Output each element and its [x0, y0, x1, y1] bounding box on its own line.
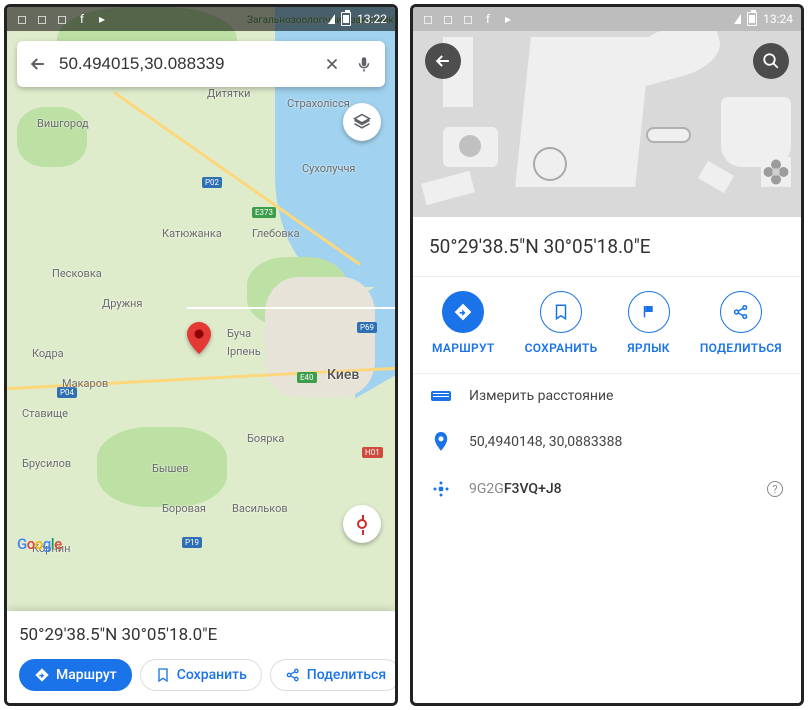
map-label: Ставище — [22, 407, 68, 420]
route-action[interactable]: МАРШРУТ — [432, 291, 495, 355]
status-icons-left: ◻ ◻ ◻ f ▸ — [421, 12, 515, 26]
road-label: Р69 — [357, 322, 377, 333]
instagram-icon: ◻ — [461, 12, 475, 26]
map-label: Сухолуччя — [302, 162, 355, 175]
search-input[interactable] — [59, 54, 311, 74]
instagram-icon: ◻ — [15, 12, 29, 26]
google-logo: Google — [17, 535, 62, 553]
action-label: ПОДЕЛИТЬСЯ — [700, 341, 782, 355]
map-label: Бышев — [152, 462, 189, 475]
status-bar: ◻ ◻ ◻ f ▸ 13:24 — [413, 7, 801, 31]
layers-button[interactable] — [343, 103, 381, 141]
play-icon: ▸ — [95, 12, 109, 26]
map-label: Дружня — [102, 297, 142, 310]
help-icon[interactable]: ? — [767, 481, 783, 497]
map-canvas[interactable]: Р02 Е373 Р69 Е40 Р04 Р19 Н01 Загальнозоо… — [7, 7, 395, 703]
my-location-button[interactable] — [343, 505, 381, 543]
map-label: Страхолісся — [287, 97, 350, 110]
back-button[interactable] — [425, 43, 461, 79]
road-label: Е373 — [252, 207, 276, 218]
map-label: Ірпень — [227, 345, 261, 358]
place-header-image — [413, 7, 801, 217]
map-label: Катюжанка — [162, 227, 222, 240]
map-label: Песковка — [52, 267, 102, 280]
battery-icon — [747, 12, 757, 26]
bottom-sheet[interactable]: 50°29'38.5"N 30°05'18.0"E Маршрут Сохран… — [7, 611, 395, 703]
action-row: МАРШРУТ СОХРАНИТЬ ЯРЛЫК ПОДЕЛИТЬСЯ — [413, 277, 801, 373]
instagram-icon: ◻ — [441, 12, 455, 26]
facebook-icon: f — [75, 12, 89, 26]
coordinates-dms: 50°29'38.5"N 30°05'18.0"E — [19, 625, 383, 645]
instagram-icon: ◻ — [55, 12, 69, 26]
back-arrow-icon[interactable] — [27, 53, 49, 75]
map-label: Кодра — [32, 347, 64, 360]
map-label: Макаров — [62, 377, 108, 390]
ruler-icon — [431, 391, 451, 401]
action-label: СОХРАНИТЬ — [525, 341, 598, 355]
road-label: Е40 — [297, 372, 317, 383]
dropped-pin-icon[interactable] — [187, 322, 211, 346]
share-action[interactable]: ПОДЕЛИТЬСЯ — [700, 291, 782, 355]
plus-code-icon — [431, 480, 451, 498]
facebook-icon: f — [481, 12, 495, 26]
action-label: ЯРЛЫК — [627, 341, 669, 355]
pin-icon — [431, 432, 451, 452]
map-label: Дитятки — [207, 87, 251, 100]
clear-icon[interactable] — [321, 53, 343, 75]
measure-distance-row[interactable]: Измерить расстояние — [413, 374, 801, 418]
map-label: Буча — [227, 327, 251, 340]
plus-code-row[interactable]: 9G2GF3VQ+J8 ? — [413, 466, 801, 512]
play-icon: ▸ — [501, 12, 515, 26]
chip-label: Сохранить — [177, 667, 247, 683]
map-label: Киев — [327, 367, 359, 383]
search-button[interactable] — [753, 43, 789, 79]
mic-icon[interactable] — [353, 53, 375, 75]
chip-label: Поделиться — [307, 667, 386, 683]
instagram-icon: ◻ — [421, 12, 435, 26]
map-label: Боярка — [247, 432, 284, 445]
crosshair-icon — [357, 519, 367, 529]
place-title: 50°29'38.5"N 30°05'18.0"E — [413, 217, 801, 276]
battery-icon — [341, 12, 351, 26]
signal-icon — [328, 14, 335, 24]
info-text: 50,4940148, 30,0883388 — [469, 434, 622, 450]
signal-icon — [734, 14, 741, 24]
info-text: 9G2GF3VQ+J8 — [469, 481, 562, 497]
map-label: Вишгород — [37, 117, 89, 130]
status-icons-left: ◻ ◻ ◻ f ▸ — [15, 12, 109, 26]
info-text: Измерить расстояние — [469, 388, 613, 404]
instagram-icon: ◻ — [35, 12, 49, 26]
map-label: Глебовка — [252, 227, 300, 240]
map-label: Васильков — [232, 502, 288, 515]
status-bar: ◻ ◻ ◻ f ▸ 13:22 — [7, 7, 395, 31]
search-bar — [17, 41, 385, 87]
clock: 13:24 — [763, 12, 793, 26]
save-button[interactable]: Сохранить — [140, 659, 262, 691]
save-action[interactable]: СОХРАНИТЬ — [525, 291, 598, 355]
coordinates-row[interactable]: 50,4940148, 30,0883388 — [413, 418, 801, 466]
action-chips: Маршрут Сохранить Поделиться — [19, 659, 383, 691]
action-label: МАРШРУТ — [432, 341, 495, 355]
chip-label: Маршрут — [56, 667, 117, 683]
map-label: Брусилов — [22, 457, 71, 470]
road-label: Р19 — [182, 537, 202, 548]
share-button[interactable]: Поделиться — [270, 659, 398, 691]
phone-left: ◻ ◻ ◻ f ▸ 13:22 Р02 Е373 Р69 Е40 Р04 Р19… — [4, 4, 398, 706]
map-label: Боровая — [162, 502, 206, 515]
road-label: Р02 — [202, 177, 222, 188]
phone-right: ◻ ◻ ◻ f ▸ 13:24 — [410, 4, 804, 706]
road-label: Н01 — [362, 447, 383, 458]
route-button[interactable]: Маршрут — [19, 659, 132, 691]
label-action[interactable]: ЯРЛЫК — [627, 291, 669, 355]
clock: 13:22 — [357, 12, 387, 26]
